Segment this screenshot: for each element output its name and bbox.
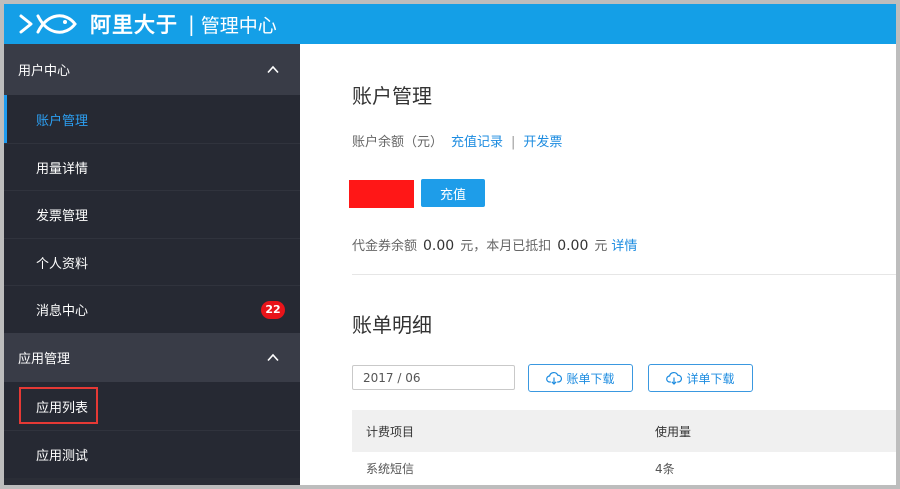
link-separator: |	[511, 135, 516, 150]
deducted-amount: 0.00	[557, 238, 589, 254]
cloud-download-icon	[666, 372, 683, 385]
sidebar-item-label: 发票管理	[36, 209, 89, 224]
voucher-mid-text: 元，本月已抵扣	[460, 239, 552, 254]
header-divider: |	[188, 12, 195, 36]
billing-title: 账单明细	[352, 313, 432, 337]
section-divider	[352, 274, 896, 275]
sidebar-item-label: 消息中心	[36, 304, 89, 319]
app-window: 阿里大于 | 管理中心 用户中心 账户管理 用量详情 发票管理 个人资料 消息中…	[4, 4, 896, 485]
recharge-record-link[interactable]: 充值记录	[451, 135, 503, 150]
brand-name[interactable]: 阿里大于	[90, 9, 178, 39]
sidebar-item-app-testing[interactable]: 应用测试	[4, 430, 300, 478]
screenshot-frame: 阿里大于 | 管理中心 用户中心 账户管理 用量详情 发票管理 个人资料 消息中…	[0, 0, 900, 489]
balance-label: 账户余额（元）	[352, 135, 444, 150]
column-header-billing-item: 计费项目	[366, 424, 415, 439]
sidebar-item-label: 用量详情	[36, 161, 89, 177]
voucher-details-link[interactable]: 详情	[611, 239, 637, 254]
billing-table: 计费项目 使用量 系统短信 4条	[352, 410, 896, 485]
chevron-up-icon[interactable]	[267, 65, 279, 74]
detail-download-label: 详单下载	[686, 371, 735, 386]
annotation-highlight-box	[19, 387, 98, 424]
detail-download-button[interactable]: 详单下载	[648, 364, 753, 392]
voucher-row: 代金券余额 0.00 元，本月已抵扣 0.00 元详情	[352, 237, 637, 256]
sidebar: 用户中心 账户管理 用量详情 发票管理 个人资料 消息中心 22 应用管理 应用…	[4, 44, 300, 485]
unread-count-badge: 22	[261, 300, 285, 319]
sidebar-item-label: 账户管理	[36, 113, 89, 129]
fish-logo-icon[interactable]	[18, 10, 78, 38]
sidebar-section-app-management[interactable]: 应用管理	[4, 333, 300, 382]
recharge-button[interactable]: 充值	[421, 179, 485, 207]
sidebar-item-message-center[interactable]: 消息中心 22	[4, 285, 300, 333]
header-subtitle: 管理中心	[200, 14, 277, 37]
sidebar-item-personal-profile[interactable]: 个人资料	[4, 238, 300, 285]
invoice-link[interactable]: 开发票	[523, 135, 562, 150]
chevron-up-icon[interactable]	[267, 353, 279, 362]
sidebar-item-account-management[interactable]: 账户管理	[4, 95, 300, 143]
active-indicator	[4, 95, 7, 143]
sidebar-section-title: 应用管理	[18, 352, 71, 367]
sidebar-item-usage-details[interactable]: 用量详情	[4, 143, 300, 190]
account-title: 账户管理	[352, 84, 432, 108]
sidebar-item-invoice-management[interactable]: 发票管理	[4, 190, 300, 238]
table-row: 系统短信 4条	[352, 452, 896, 485]
sidebar-section-user-center[interactable]: 用户中心	[4, 44, 300, 95]
column-header-usage: 使用量	[655, 424, 692, 439]
table-header-row: 计费项目 使用量	[352, 410, 896, 452]
cloud-download-icon	[546, 372, 563, 385]
table-cell-usage: 4条	[655, 462, 675, 476]
main-content: 账户管理 账户余额（元） 充值记录 | 开发票 充值 代金券余额 0.00 元，本月已抵扣…	[300, 44, 896, 485]
sidebar-item-label: 个人资料	[36, 256, 89, 272]
sidebar-item-label: 应用测试	[36, 449, 89, 464]
sidebar-section-title: 用户中心	[18, 64, 71, 79]
table-cell-billing-item: 系统短信	[366, 462, 415, 476]
redacted-balance-value	[349, 180, 414, 208]
month-picker-input[interactable]	[352, 365, 515, 390]
bill-download-label: 账单下载	[566, 371, 615, 386]
bill-download-button[interactable]: 账单下载	[528, 364, 633, 392]
sidebar-item-app-list[interactable]: 应用列表	[4, 382, 300, 430]
deducted-unit: 元	[594, 239, 608, 254]
voucher-amount: 0.00	[423, 238, 455, 254]
balance-row: 账户余额（元） 充值记录 | 开发票	[352, 134, 562, 152]
top-header: 阿里大于 | 管理中心	[4, 4, 896, 44]
voucher-label: 代金券余额	[352, 239, 418, 254]
